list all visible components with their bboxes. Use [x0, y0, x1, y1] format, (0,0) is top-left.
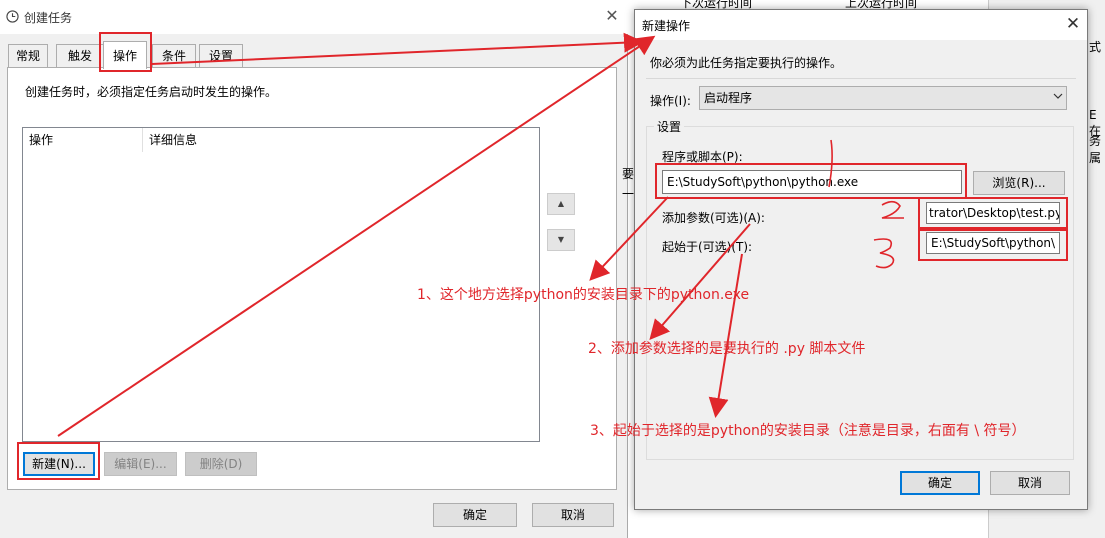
annotation-note-1: 1、这个地方选择python的安装目录下的python.exe [417, 287, 750, 303]
highlight-program-input [655, 163, 967, 199]
move-up-button[interactable]: ▲ [547, 193, 575, 215]
dialog-cancel-button[interactable]: 取消 [990, 471, 1070, 495]
settings-group-label: 设置 [654, 118, 685, 135]
new-action-hint: 你必须为此任务指定要执行的操作。 [650, 56, 843, 70]
create-task-title: 创建任务 [24, 11, 73, 25]
tab-actions[interactable]: 操作 [103, 41, 147, 69]
clock-icon [6, 10, 19, 26]
column-divider [142, 128, 143, 152]
dialog-ok-button[interactable]: 确定 [900, 471, 980, 495]
bg-fragment: 一 [622, 187, 635, 201]
column-header-action[interactable]: 操作 [23, 128, 53, 152]
edit-action-button[interactable]: 编辑(E)... [104, 452, 177, 476]
cancel-button[interactable]: 取消 [532, 503, 614, 527]
tab-general[interactable]: 常规 [8, 44, 48, 68]
start-in-label: 起始于(可选)(T): [662, 240, 753, 254]
bg-fragment: 要 [622, 167, 635, 181]
tab-triggers[interactable]: 触发器 [56, 44, 104, 85]
highlight-start-input [918, 229, 1068, 261]
annotation-note-2: 2、添加参数选择的是要执行的 .py 脚本文件 [588, 341, 866, 357]
close-icon[interactable]: ✕ [1063, 13, 1083, 35]
new-action-title: 新建操作 [642, 19, 691, 33]
annotation-note-3: 3、起始于选择的是python的安装目录（注意是目录，右面有 \ 符号） [590, 423, 1026, 439]
tab-conditions[interactable]: 条件 [152, 44, 196, 68]
browse-button[interactable]: 浏览(R)... [973, 171, 1065, 195]
create-task-titlebar [0, 0, 628, 34]
tab-settings[interactable]: 设置 [199, 44, 243, 68]
highlight-new-button [17, 442, 100, 480]
arguments-label: 添加参数(可选)(A): [662, 211, 765, 225]
chevron-down-icon [1050, 86, 1066, 110]
highlight-args-input [918, 197, 1068, 229]
actions-description: 创建任务时，必须指定任务启动时发生的操作。 [25, 85, 278, 99]
move-down-button[interactable]: ▼ [547, 229, 575, 251]
delete-action-button[interactable]: 删除(D) [185, 452, 257, 476]
bg-fragment: 务属 [1089, 134, 1102, 165]
close-icon[interactable]: ✕ [603, 6, 621, 26]
column-header-details[interactable]: 详细信息 [143, 128, 197, 152]
new-action-titlebar [635, 10, 1087, 40]
ok-button[interactable]: 确定 [433, 503, 517, 527]
separator [646, 78, 1076, 79]
action-label: 操作(I): [650, 94, 691, 108]
bg-fragment: 式 [1089, 40, 1102, 54]
action-type-select[interactable]: 启动程序 [699, 86, 1067, 110]
